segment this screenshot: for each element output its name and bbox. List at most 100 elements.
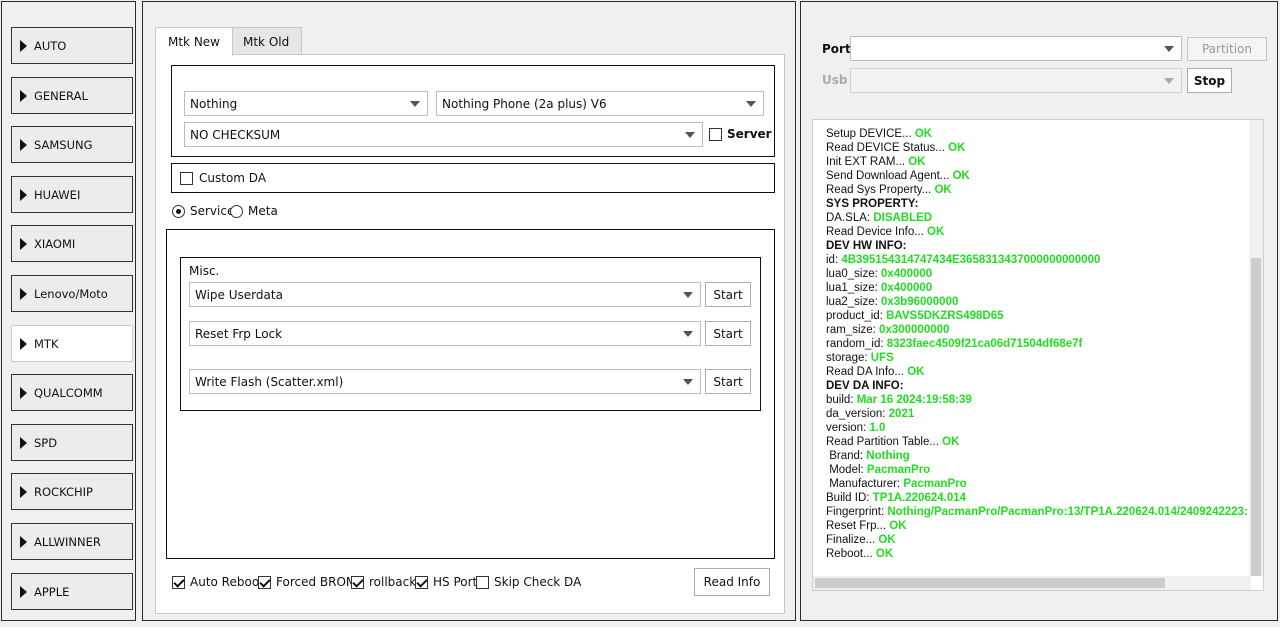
misc-operation-select[interactable]: Write Flash (Scatter.xml) — [189, 369, 701, 394]
stop-button[interactable]: Stop — [1187, 68, 1232, 93]
auto-reboot-label: Auto Reboot — [190, 575, 264, 589]
model-select[interactable]: Nothing Phone (2a plus) V6 — [436, 91, 764, 116]
device-select-group: Nothing Nothing Phone (2a plus) V6 NO CH… — [171, 65, 775, 157]
checksum-select-value: NO CHECKSUM — [190, 127, 281, 142]
start-button[interactable]: Start — [705, 282, 751, 307]
hs-port-checkbox[interactable]: HS Port — [415, 575, 477, 589]
log-line: DEV DA INFO: — [826, 379, 1248, 393]
log-key: Model: — [826, 464, 867, 476]
log-value: OK — [934, 184, 952, 196]
log-line: build: Mar 16 2024:19:58:39 — [826, 393, 1248, 407]
log-value: 2021 — [888, 408, 915, 420]
log-key: ram_size: — [826, 324, 880, 336]
sidebar-item-general[interactable]: GENERAL — [11, 77, 133, 114]
scrollbar-thumb[interactable] — [815, 578, 1165, 588]
caret-right-icon — [20, 535, 27, 548]
log-key: Setup DEVICE... — [826, 128, 915, 140]
service-label: Service — [190, 204, 235, 218]
forced-brom-label: Forced BROM — [276, 575, 357, 589]
log-line: Read Device Info... OK — [826, 225, 1248, 239]
start-button[interactable]: Start — [705, 321, 751, 346]
custom-da-group: Custom DA — [171, 163, 775, 193]
log-value: Nothing/PacmanPro/PacmanPro:13/TP1A.2206… — [887, 506, 1248, 518]
chevron-down-icon — [683, 379, 693, 385]
sidebar-item-label: SPD — [34, 435, 58, 450]
log-value: 0x300000000 — [879, 324, 950, 336]
sidebar-item-lenovo-moto[interactable]: Lenovo/Moto — [11, 275, 133, 312]
sidebar-item-allwinner[interactable]: ALLWINNER — [11, 523, 133, 560]
caret-right-icon — [20, 485, 27, 498]
log-line: Reboot... OK — [826, 547, 1248, 561]
tab-content: Nothing Nothing Phone (2a plus) V6 NO CH… — [155, 54, 785, 614]
read-info-label: Read Info — [703, 575, 761, 589]
caret-right-icon — [20, 89, 27, 102]
checksum-select[interactable]: NO CHECKSUM — [184, 122, 703, 147]
start-label: Start — [713, 374, 743, 389]
vertical-scrollbar[interactable] — [1249, 120, 1263, 576]
partition-button[interactable]: Partition — [1187, 37, 1267, 61]
meta-radio[interactable]: Meta — [230, 204, 278, 218]
tab-mtk-new[interactable]: Mtk New — [155, 27, 233, 56]
scrollbar-thumb[interactable] — [1251, 258, 1261, 576]
usb-label: Usb — [822, 73, 848, 87]
sidebar-item-qualcomm[interactable]: QUALCOMM — [11, 374, 133, 411]
log-output[interactable]: Setup DEVICE... OK Read DEVICE Status... … — [812, 119, 1264, 591]
usb-select[interactable] — [850, 68, 1182, 93]
operations-group: Misc. Wipe Userdata Start Reset Frp Lock St… — [166, 229, 775, 559]
caret-right-icon — [20, 436, 27, 449]
chevron-down-icon — [683, 292, 693, 298]
log-key: Init EXT RAM... — [826, 156, 909, 168]
log-line: Setup DEVICE... OK — [826, 127, 1248, 141]
sidebar-item-label: XIAOMI — [34, 236, 76, 251]
log-value: UFS — [870, 352, 894, 364]
meta-label: Meta — [248, 204, 278, 218]
log-line: lua0_size: 0x400000 — [826, 267, 1248, 281]
rollback-label: rollback — [369, 575, 417, 589]
start-label: Start — [713, 326, 743, 341]
misc-operation-select[interactable]: Wipe Userdata — [189, 282, 701, 307]
server-checkbox[interactable]: Server — [709, 127, 772, 141]
sidebar-item-spd[interactable]: SPD — [11, 424, 133, 461]
log-lines: Setup DEVICE... OK Read DEVICE Status... … — [826, 127, 1248, 561]
horizontal-scrollbar[interactable] — [813, 576, 1251, 590]
log-key: DEV HW INFO: — [826, 240, 907, 252]
service-radio[interactable]: Service — [172, 204, 234, 218]
tab-mtk-new-label: Mtk New — [168, 35, 220, 49]
read-info-button[interactable]: Read Info — [694, 568, 770, 596]
sidebar-item-auto[interactable]: AUTO — [11, 27, 133, 64]
sidebar-item-xiaomi[interactable]: XIAOMI — [11, 225, 133, 262]
tab-mtk-old[interactable]: Mtk Old — [230, 27, 303, 55]
custom-da-checkbox[interactable]: Custom DA — [180, 171, 266, 185]
auto-reboot-checkbox[interactable]: Auto Reboot — [172, 575, 264, 589]
port-select[interactable] — [850, 36, 1182, 61]
port-label: Port — [822, 42, 851, 56]
log-line: ram_size: 0x300000000 — [826, 323, 1248, 337]
start-button[interactable]: Start — [705, 369, 751, 394]
log-key: lua2_size: — [826, 296, 881, 308]
log-value: OK — [948, 142, 966, 154]
brand-select-value: Nothing — [190, 96, 238, 111]
log-line: random_id: 8323faec4509f21ca06d71504df68… — [826, 337, 1248, 351]
log-key: random_id: — [826, 338, 887, 350]
forced-brom-checkbox[interactable]: Forced BROM — [258, 575, 356, 589]
log-key: Send Download Agent... — [826, 170, 953, 182]
log-key: DA.SLA: — [826, 212, 874, 224]
partition-label: Partition — [1201, 42, 1252, 56]
log-line: DA.SLA: DISABLED — [826, 211, 1248, 225]
custom-da-label: Custom DA — [199, 171, 267, 185]
brand-select[interactable]: Nothing — [184, 91, 428, 116]
sidebar-item-huawei[interactable]: HUAWEI — [11, 176, 133, 213]
sidebar-item-samsung[interactable]: SAMSUNG — [11, 126, 133, 163]
log-line: storage: UFS — [826, 351, 1248, 365]
sidebar-item-mtk[interactable]: MTK — [11, 325, 133, 362]
chevron-down-icon — [685, 132, 695, 138]
misc-operation-select[interactable]: Reset Frp Lock — [189, 321, 701, 346]
log-value: DISABLED — [873, 212, 933, 224]
stop-label: Stop — [1193, 73, 1226, 88]
log-key: Reset Frp... — [826, 520, 890, 532]
sidebar-item-apple[interactable]: APPLE — [11, 573, 133, 610]
log-line: id: 4B395154314747434E365831343700000000… — [826, 253, 1248, 267]
sidebar-item-rockchip[interactable]: ROCKCHIP — [11, 473, 133, 510]
rollback-checkbox[interactable]: rollback — [351, 575, 416, 589]
skip-check-da-checkbox[interactable]: Skip Check DA — [476, 575, 581, 589]
